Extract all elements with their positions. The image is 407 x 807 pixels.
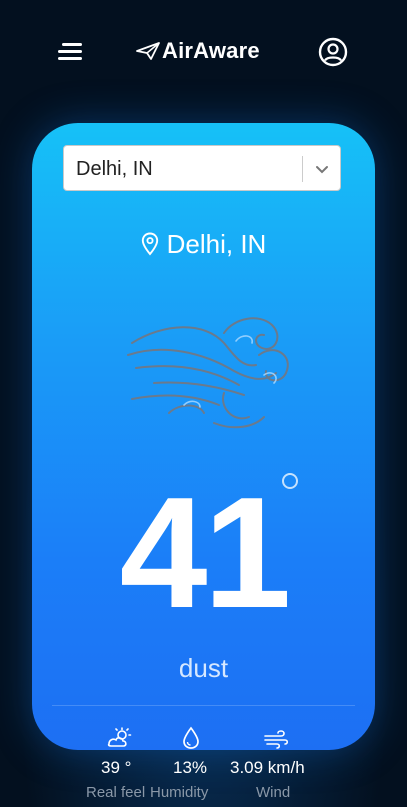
- wind-value: 3.09 km/h: [230, 758, 305, 777]
- app-header: AirAware: [0, 0, 407, 100]
- wind-label: Wind: [256, 784, 291, 801]
- wind-icon: [264, 730, 289, 749]
- degree-symbol: [282, 473, 298, 489]
- humidity-label: Humidity: [150, 784, 209, 801]
- menu-icon-bar: [58, 50, 82, 53]
- menu-icon-bar: [62, 43, 82, 46]
- paper-plane-icon: [136, 42, 160, 60]
- location-select-value: Delhi, IN: [76, 158, 153, 180]
- user-circle-icon: [318, 37, 348, 67]
- weather-condition: dust: [178, 653, 229, 683]
- map-pin-icon: [141, 232, 158, 256]
- menu-icon-bar: [58, 57, 82, 60]
- menu-button[interactable]: [58, 43, 82, 61]
- location-name: Delhi, IN: [166, 229, 267, 259]
- brand-name: AirAware: [162, 38, 260, 63]
- current-location: Delhi, IN: [32, 229, 375, 260]
- droplet-icon: [183, 726, 199, 749]
- select-separator: [302, 156, 303, 182]
- location-select[interactable]: Delhi, IN: [63, 145, 341, 191]
- brand-logo[interactable]: AirAware: [136, 36, 260, 66]
- wind-dust-icon: [127, 317, 289, 429]
- account-button[interactable]: [318, 37, 348, 67]
- humidity-value: 13%: [173, 758, 208, 777]
- real-feel-label: Real feel: [86, 784, 146, 801]
- weather-card: Delhi, IN Delhi, IN 41 dust: [32, 123, 375, 750]
- real-feel-value: 39 °: [101, 758, 132, 777]
- chevron-down-icon[interactable]: [314, 161, 330, 177]
- temperature: 41: [119, 465, 292, 641]
- card-divider: [52, 705, 355, 706]
- sun-cloud-icon: [107, 727, 132, 747]
